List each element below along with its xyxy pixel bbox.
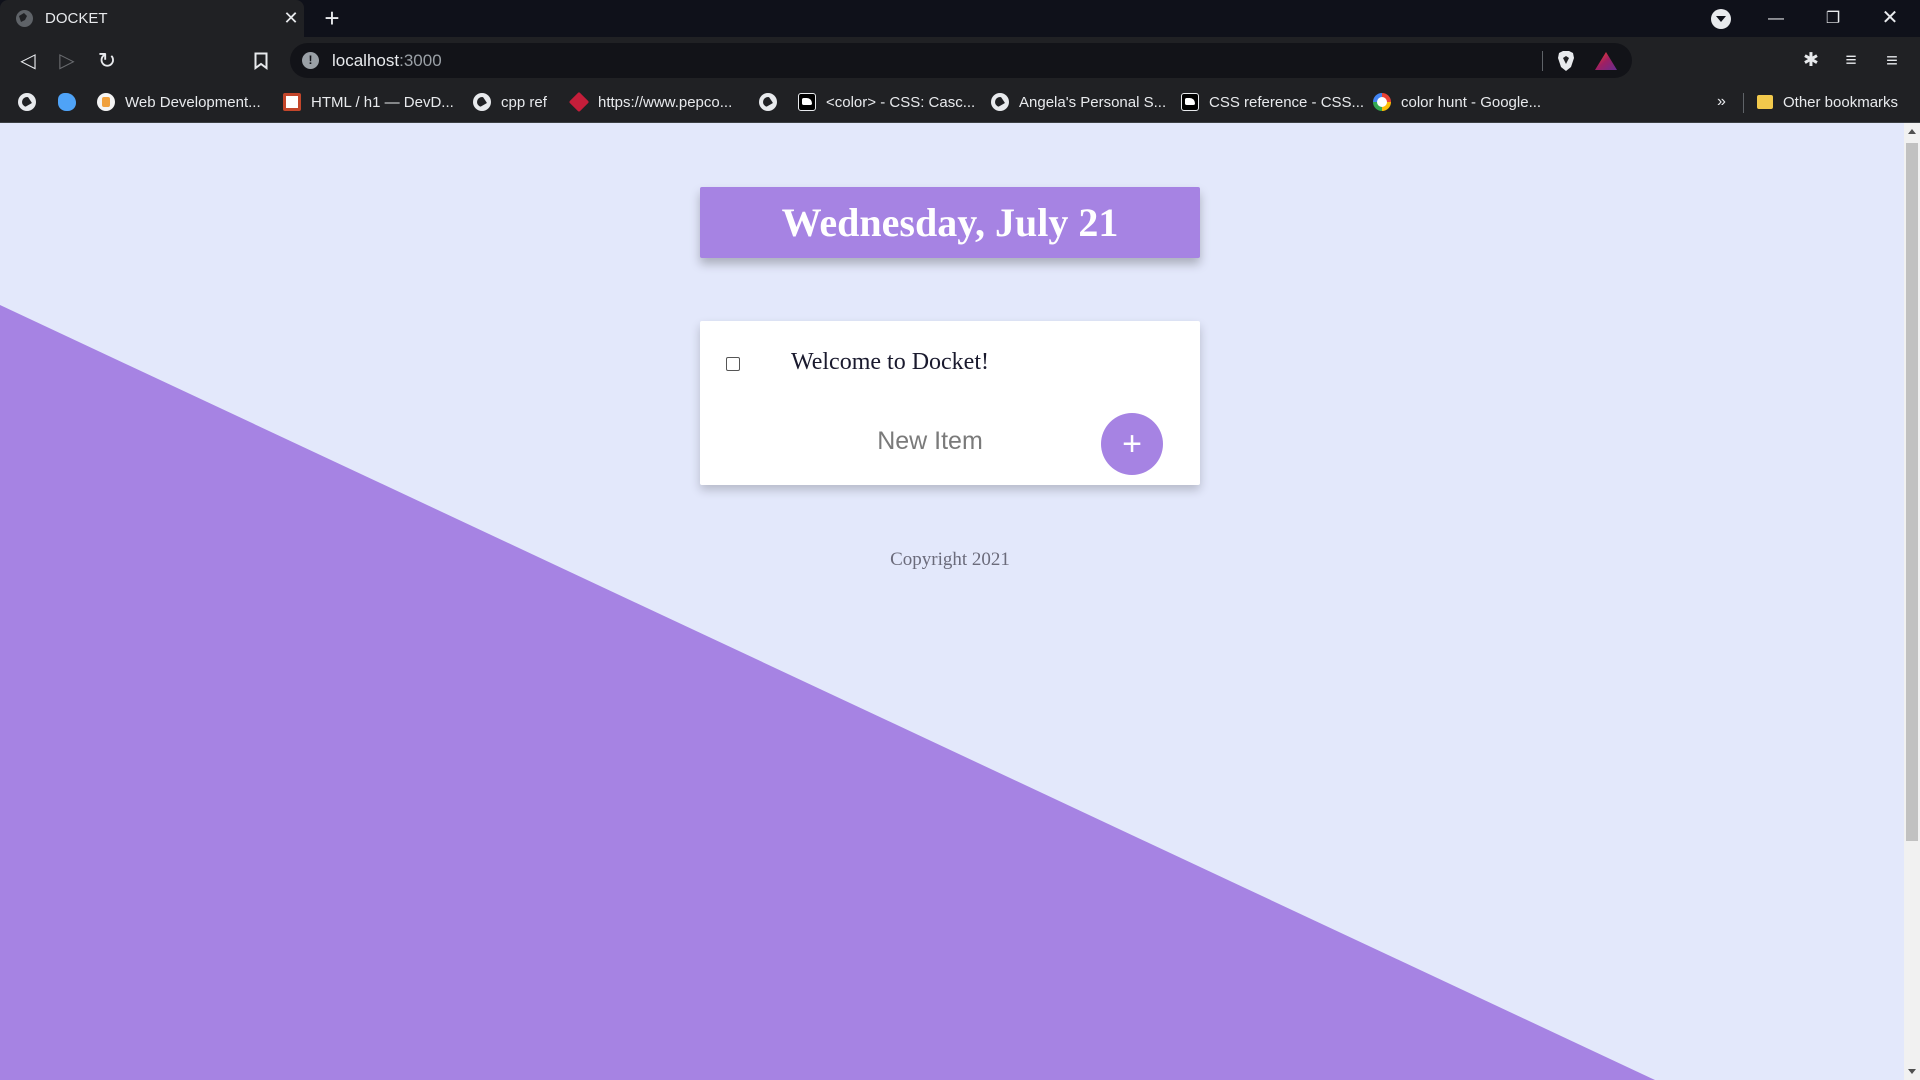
scroll-up-arrow-icon[interactable] [1908,129,1916,134]
brave-shield-icon[interactable] [1556,50,1576,72]
bookmark-label: https://www.pepco... [598,93,733,111]
globe-icon [16,10,33,27]
bookmark-item[interactable] [759,83,787,121]
bookmark-item[interactable]: color hunt - Google... [1373,83,1541,121]
bookmark-label: CSS reference - CSS... [1209,93,1365,111]
bookmark-item[interactable]: <color> - CSS: Casc... [798,83,975,121]
browser-toolbar: ◁ ▷ ↻ ! localhost:3000 ✱ ≡ ≡ [0,37,1920,83]
globe-icon [759,93,777,111]
minimize-button[interactable]: — [1748,0,1804,37]
item-checkbox[interactable] [726,357,740,371]
other-bookmarks-label: Other bookmarks [1783,93,1899,111]
bookmark-item[interactable]: HTML / h1 — DevD... [283,83,454,121]
bookmarks-bar: Web Development... HTML / h1 — DevD... c… [0,83,1920,123]
media-controls-icon[interactable]: ≡ [1837,47,1865,75]
bookmark-apps[interactable] [18,83,46,121]
page-viewport: Wednesday, July 21 Welcome to Docket! + … [0,123,1904,1080]
blue-bird-icon [58,93,76,111]
new-item-input[interactable] [780,421,1080,461]
bookmark-item[interactable]: https://www.pepco... [568,83,733,121]
other-bookmarks[interactable]: Other bookmarks [1757,83,1898,121]
address-bar[interactable]: ! localhost:3000 [290,43,1632,78]
bookmark-label: Angela's Personal S... [1019,93,1167,111]
udemy-icon [97,93,115,111]
info-icon[interactable]: ! [302,52,319,69]
item-text: Welcome to Docket! [791,349,989,375]
globe-icon [473,93,491,111]
tab-search-icon[interactable] [1711,9,1731,29]
bookmark-bird[interactable] [58,83,86,121]
devdocs-icon [283,93,301,111]
tab-title: DOCKET [45,10,108,27]
bookmark-item[interactable]: Web Development... [97,83,261,121]
rewards-icon[interactable] [1594,51,1618,71]
forward-button[interactable]: ▷ [53,47,81,75]
bookmarks-overflow-button[interactable]: » [1717,83,1726,121]
bookmark-label: cpp ref [501,93,547,111]
bookmark-label: color hunt - Google... [1401,93,1542,111]
window-close-button[interactable]: ✕ [1862,0,1918,37]
new-tab-button[interactable]: + [318,4,346,32]
browser-tab[interactable]: DOCKET ✕ [0,0,304,37]
bookmark-label: <color> - CSS: Casc... [826,93,976,111]
copyright-footer: Copyright 2021 [890,549,1010,570]
bookmark-item[interactable]: CSS reference - CSS... [1181,83,1364,121]
bookmark-icon[interactable] [247,47,275,75]
url-port: :3000 [399,51,442,70]
vertical-scrollbar[interactable] [1904,123,1920,1080]
add-item-button[interactable]: + [1101,413,1163,475]
heading-banner: Wednesday, July 21 [700,187,1200,258]
bookmarks-divider [1743,93,1744,113]
google-icon [1373,93,1391,111]
scroll-thumb[interactable] [1906,143,1918,841]
background-diagonal [0,305,1655,1080]
bookmark-label: HTML / h1 — DevD... [311,93,454,111]
todo-list-card: Welcome to Docket! + [700,321,1200,485]
url-host: localhost [332,51,400,70]
tab-strip: DOCKET ✕ + — ❐ ✕ [0,0,1920,37]
extensions-icon[interactable]: ✱ [1797,47,1825,75]
list-item: Welcome to Docket! [700,321,1200,407]
pepco-icon [568,91,590,113]
globe-icon [991,93,1009,111]
mdn-icon [1181,93,1199,111]
bookmark-item[interactable]: cpp ref [473,83,547,121]
bookmark-label: Web Development... [125,93,261,111]
page-title: Wednesday, July 21 [781,200,1119,245]
close-tab-icon[interactable]: ✕ [281,7,301,29]
scroll-down-arrow-icon[interactable] [1908,1069,1916,1074]
back-button[interactable]: ◁ [14,47,42,75]
mdn-icon [798,93,816,111]
url-text: localhost:3000 [332,51,442,71]
menu-icon[interactable]: ≡ [1878,47,1906,75]
omnibox-divider [1542,51,1543,71]
globe-icon [18,93,36,111]
restore-button[interactable]: ❐ [1805,0,1861,37]
folder-icon [1757,95,1773,109]
reload-button[interactable]: ↻ [93,47,121,75]
bookmark-item[interactable]: Angela's Personal S... [991,83,1166,121]
